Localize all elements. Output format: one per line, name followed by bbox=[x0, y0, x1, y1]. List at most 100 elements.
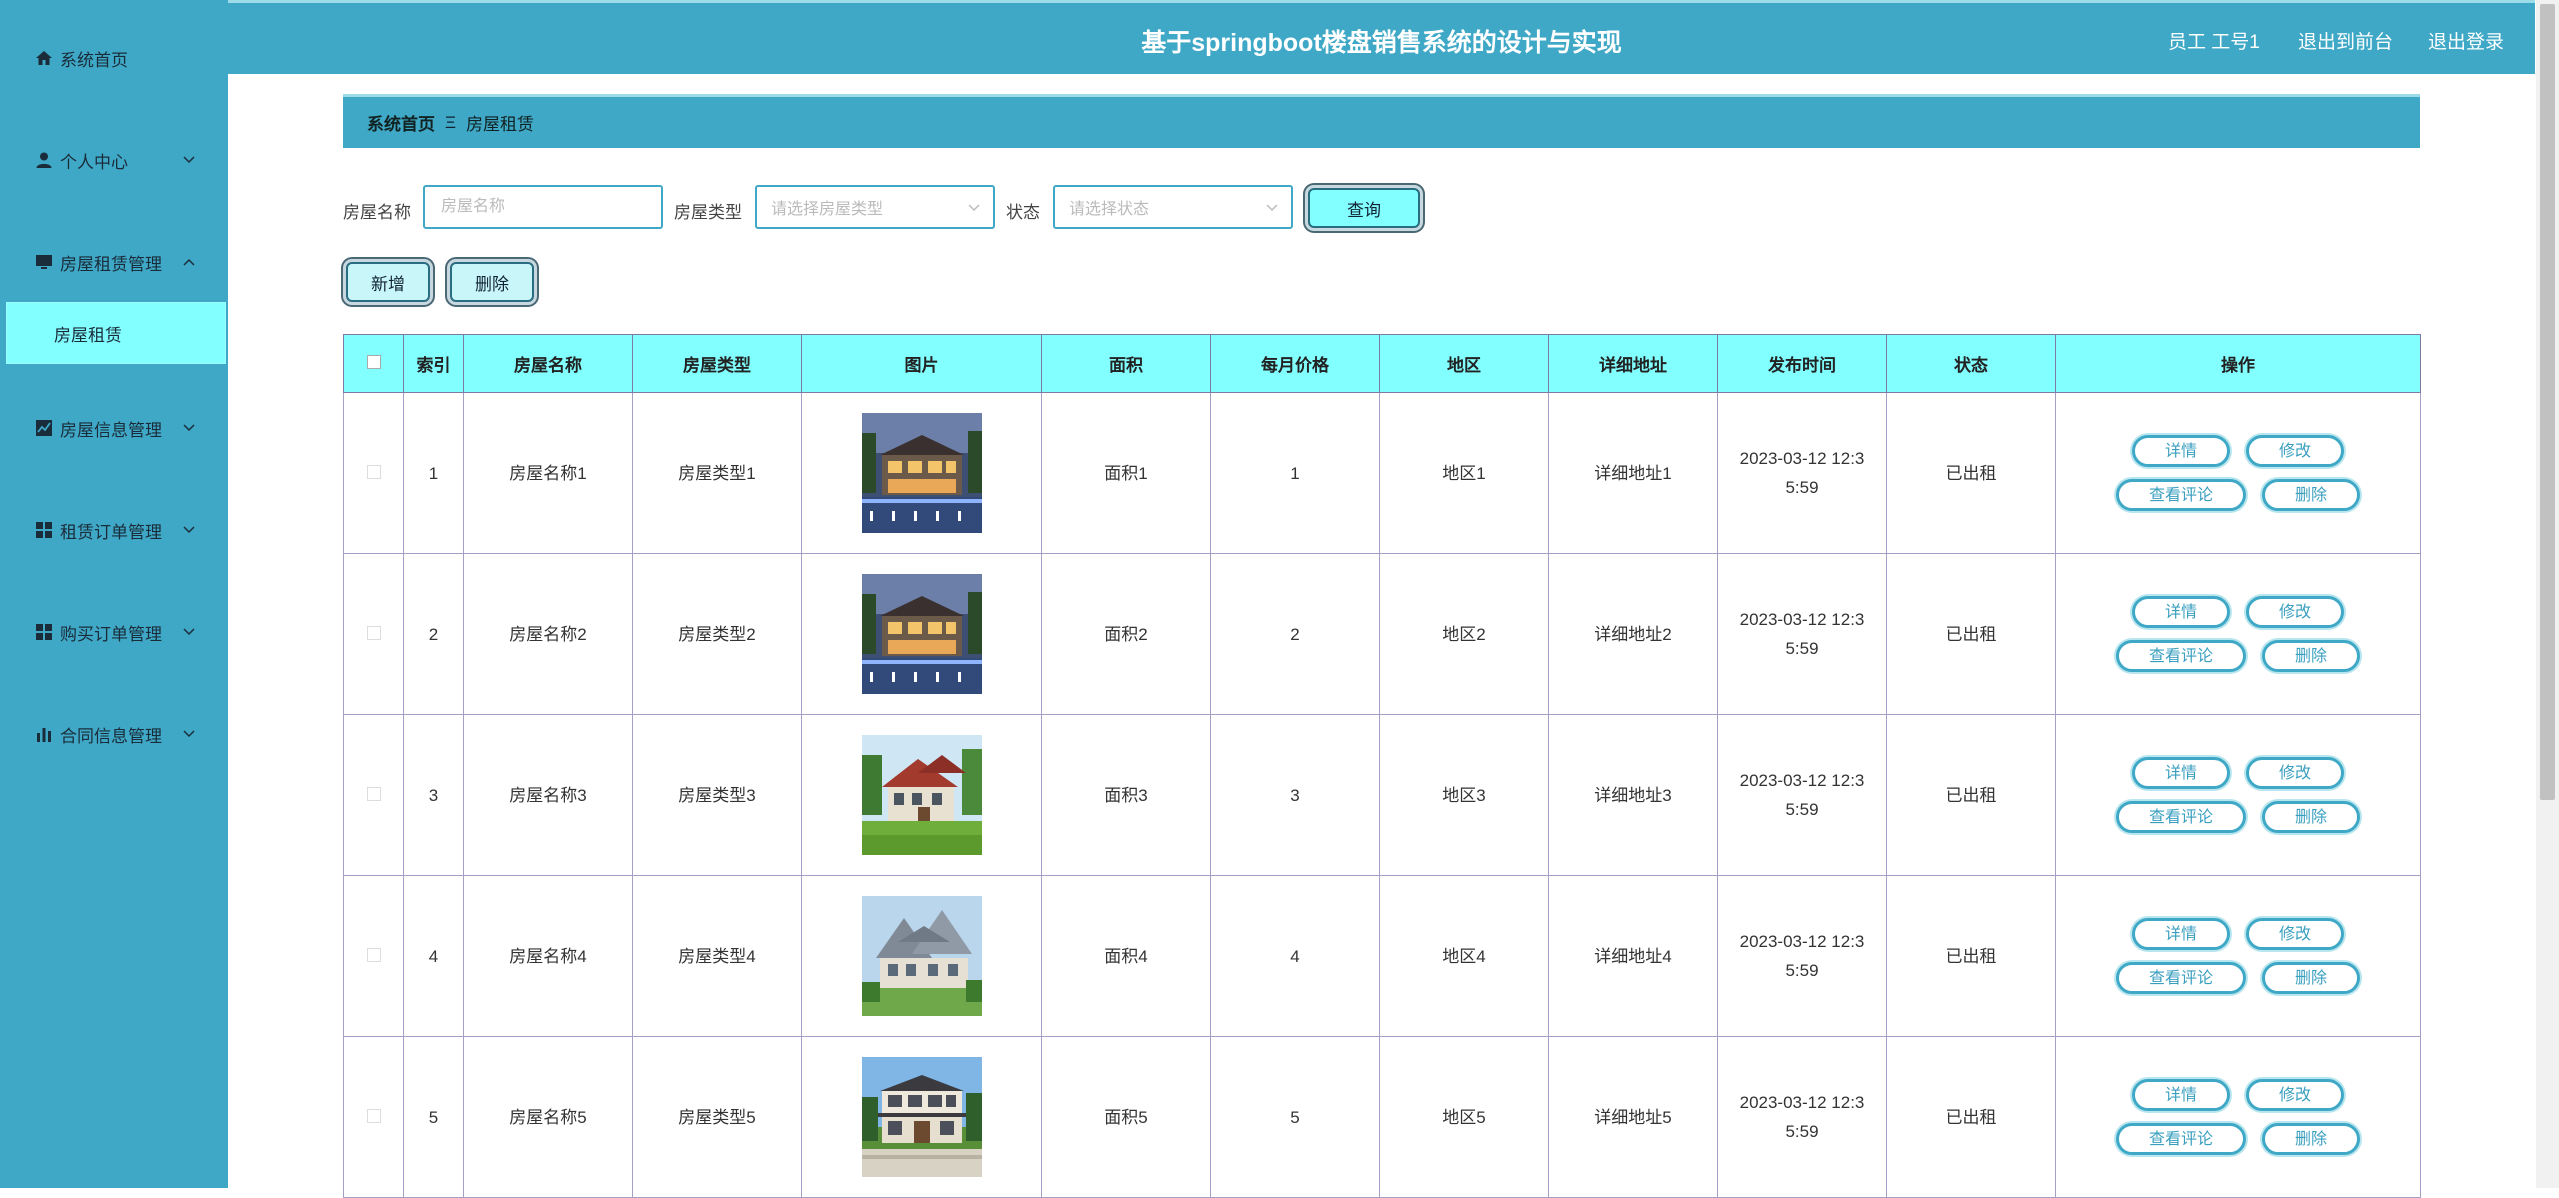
house-type-select[interactable]: 请选择房屋类型 bbox=[755, 185, 995, 229]
edit-button[interactable]: 修改 bbox=[2246, 918, 2344, 950]
sidebar-item-house-info-management[interactable]: 房屋信息管理 bbox=[0, 408, 228, 448]
row-select-cell[interactable] bbox=[343, 714, 404, 876]
sidebar-item-purchase-order-management[interactable]: 购买订单管理 bbox=[0, 612, 228, 652]
house-type-placeholder: 请选择房屋类型 bbox=[771, 201, 884, 218]
view-comments-button[interactable]: 查看评论 bbox=[2116, 962, 2246, 994]
view-comments-button[interactable]: 查看评论 bbox=[2116, 640, 2246, 672]
row-select-cell[interactable] bbox=[343, 392, 404, 554]
logout-link[interactable]: 退出登录 bbox=[2428, 27, 2504, 54]
row-delete-button[interactable]: 删除 bbox=[2262, 479, 2360, 511]
add-button[interactable]: 新增 bbox=[346, 262, 430, 302]
detail-button[interactable]: 详情 bbox=[2132, 918, 2230, 950]
row-delete-button[interactable]: 删除 bbox=[2262, 962, 2360, 994]
detail-button[interactable]: 详情 bbox=[2132, 435, 2230, 467]
view-comments-button[interactable]: 查看评论 bbox=[2116, 1123, 2246, 1155]
house-image bbox=[861, 896, 982, 1016]
row-index: 5 bbox=[403, 1036, 464, 1198]
row-status: 已出租 bbox=[1886, 875, 2056, 1037]
row-house-type: 房屋类型5 bbox=[632, 1036, 802, 1198]
grid-icon bbox=[34, 622, 54, 642]
row-select-cell[interactable] bbox=[343, 553, 404, 715]
row-monthly-price: 1 bbox=[1210, 392, 1380, 554]
page-scrollbar-thumb[interactable] bbox=[2540, 4, 2555, 800]
sidebar-subitem-label: 房屋租赁 bbox=[54, 325, 122, 345]
sidebar-item-label: 合同信息管理 bbox=[60, 726, 162, 746]
data-table: 索引 房屋名称 房屋类型 图片 面积 每月价格 地区 详细地址 发布时间 状态 … bbox=[343, 334, 2421, 1198]
row-checkbox[interactable] bbox=[366, 947, 381, 962]
row-select-cell[interactable] bbox=[343, 875, 404, 1037]
table-header-row: 索引 房屋名称 房屋类型 图片 面积 每月价格 地区 详细地址 发布时间 状态 … bbox=[343, 334, 2421, 393]
select-all-checkbox[interactable] bbox=[366, 354, 381, 369]
sidebar-subitem-house-rental[interactable]: 房屋租赁 bbox=[6, 302, 226, 364]
row-delete-button[interactable]: 删除 bbox=[2262, 801, 2360, 833]
edit-button[interactable]: 修改 bbox=[2246, 757, 2344, 789]
query-button[interactable]: 查询 bbox=[1308, 188, 1420, 228]
status-placeholder: 请选择状态 bbox=[1069, 201, 1150, 218]
row-publish-time: 2023-03-12 12:35:59 bbox=[1717, 875, 1887, 1037]
row-house-type: 房屋类型4 bbox=[632, 875, 802, 1037]
monitor-icon bbox=[34, 252, 54, 272]
detail-button[interactable]: 详情 bbox=[2132, 596, 2230, 628]
row-monthly-price: 2 bbox=[1210, 553, 1380, 715]
row-area: 面积4 bbox=[1041, 875, 1211, 1037]
header-region: 地区 bbox=[1379, 334, 1549, 393]
row-checkbox[interactable] bbox=[366, 625, 381, 640]
row-index: 1 bbox=[403, 392, 464, 554]
batch-delete-button[interactable]: 删除 bbox=[450, 262, 534, 302]
row-operations: 详情 修改 查看评论 删除 bbox=[2055, 1036, 2421, 1198]
row-monthly-price: 4 bbox=[1210, 875, 1380, 1037]
row-house-name: 房屋名称5 bbox=[463, 1036, 633, 1198]
row-publish-time: 2023-03-12 12:35:59 bbox=[1717, 392, 1887, 554]
header-monthly-price: 每月价格 bbox=[1210, 334, 1380, 393]
header-index: 索引 bbox=[403, 334, 464, 393]
row-region: 地区4 bbox=[1379, 875, 1549, 1037]
row-operations: 详情 修改 查看评论 删除 bbox=[2055, 714, 2421, 876]
row-operations: 详情 修改 查看评论 删除 bbox=[2055, 392, 2421, 554]
house-name-input[interactable] bbox=[439, 197, 661, 217]
house-image bbox=[861, 1057, 982, 1177]
sidebar-item-label: 购买订单管理 bbox=[60, 624, 162, 644]
header-house-type: 房屋类型 bbox=[632, 334, 802, 393]
row-publish-time-text: 2023-03-12 12:35:59 bbox=[1739, 771, 1865, 819]
chevron-down-icon bbox=[1265, 200, 1279, 214]
row-delete-button[interactable]: 删除 bbox=[2262, 640, 2360, 672]
sidebar-item-personal-center[interactable]: 个人中心 bbox=[0, 140, 228, 180]
row-area: 面积5 bbox=[1041, 1036, 1211, 1198]
row-publish-time-text: 2023-03-12 12:35:59 bbox=[1739, 449, 1865, 497]
exit-to-front-link[interactable]: 退出到前台 bbox=[2298, 27, 2393, 54]
header-status: 状态 bbox=[1886, 334, 2056, 393]
detail-button[interactable]: 详情 bbox=[2132, 757, 2230, 789]
sidebar-item-home[interactable]: 系统首页 bbox=[0, 38, 228, 78]
sidebar-item-contract-management[interactable]: 合同信息管理 bbox=[0, 714, 228, 754]
user-label: 员工 工号1 bbox=[2168, 32, 2260, 53]
row-area: 面积3 bbox=[1041, 714, 1211, 876]
status-select[interactable]: 请选择状态 bbox=[1053, 185, 1293, 229]
row-publish-time: 2023-03-12 12:35:59 bbox=[1717, 714, 1887, 876]
row-image-cell bbox=[801, 553, 1042, 715]
top-bar: 基于springboot楼盘销售系统的设计与实现 员工 工号1 退出到前台 退出… bbox=[228, 0, 2535, 74]
sidebar-item-rental-management[interactable]: 房屋租赁管理 bbox=[0, 242, 228, 282]
house-name-field[interactable] bbox=[423, 185, 663, 229]
view-comments-button[interactable]: 查看评论 bbox=[2116, 479, 2246, 511]
row-house-type: 房屋类型2 bbox=[632, 553, 802, 715]
row-checkbox[interactable] bbox=[366, 786, 381, 801]
house-type-label: 房屋类型 bbox=[674, 203, 742, 222]
row-house-name: 房屋名称4 bbox=[463, 875, 633, 1037]
edit-button[interactable]: 修改 bbox=[2246, 596, 2344, 628]
view-comments-button[interactable]: 查看评论 bbox=[2116, 801, 2246, 833]
header-select-all[interactable] bbox=[343, 334, 404, 393]
header-house-name: 房屋名称 bbox=[463, 334, 633, 393]
chevron-down-icon bbox=[182, 727, 196, 741]
row-checkbox[interactable] bbox=[366, 1108, 381, 1123]
row-delete-button[interactable]: 删除 bbox=[2262, 1123, 2360, 1155]
edit-button[interactable]: 修改 bbox=[2246, 435, 2344, 467]
breadcrumb-home[interactable]: 系统首页 bbox=[367, 110, 435, 135]
row-checkbox[interactable] bbox=[366, 464, 381, 479]
row-status: 已出租 bbox=[1886, 1036, 2056, 1198]
row-select-cell[interactable] bbox=[343, 1036, 404, 1198]
detail-button[interactable]: 详情 bbox=[2132, 1079, 2230, 1111]
row-publish-time-text: 2023-03-12 12:35:59 bbox=[1739, 1093, 1865, 1141]
edit-button[interactable]: 修改 bbox=[2246, 1079, 2344, 1111]
table-row: 5 房屋名称5 房屋类型5 面积5 5 地区5 详细地址5 2023-03-12… bbox=[343, 1036, 2421, 1198]
sidebar-item-rental-order-management[interactable]: 租赁订单管理 bbox=[0, 510, 228, 550]
